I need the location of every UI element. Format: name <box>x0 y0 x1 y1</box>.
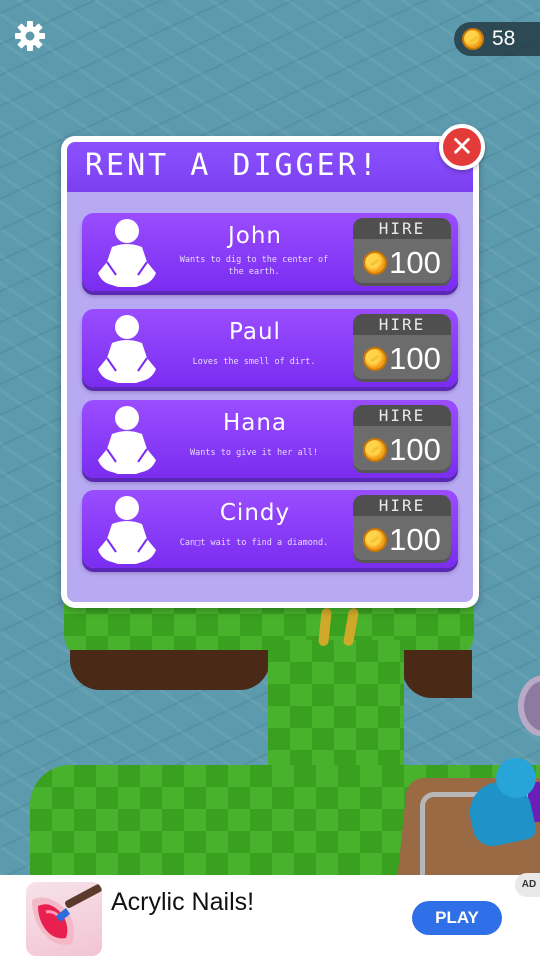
hire-price: 100 <box>353 339 451 379</box>
digger-name: Cindy <box>219 500 291 526</box>
person-silhouette-icon <box>98 315 156 383</box>
hire-button[interactable]: HIRE 100 <box>353 314 451 382</box>
digger-character-head <box>496 758 536 798</box>
digger-name: Hana <box>222 410 288 436</box>
nail-polish-brush-icon <box>32 884 102 945</box>
dialog-title: RENT A DIGGER! <box>85 148 380 183</box>
coin-icon <box>363 438 388 462</box>
digger-name: John <box>227 223 282 249</box>
coin-icon <box>363 528 388 552</box>
close-icon: ✕ <box>450 130 474 163</box>
dirt-edge <box>70 650 270 690</box>
settings-button[interactable] <box>14 20 46 52</box>
person-silhouette-icon <box>98 219 156 287</box>
hire-price: 100 <box>353 430 451 470</box>
price-value: 100 <box>389 522 441 557</box>
hire-button[interactable]: HIRE 100 <box>353 495 451 563</box>
digger-description: Wants to dig to the center of the earth. <box>179 255 329 277</box>
coin-counter: 58 <box>454 22 540 56</box>
hire-label: HIRE <box>353 218 451 239</box>
person-silhouette-icon <box>98 406 156 474</box>
digger-card-paul[interactable]: Paul Loves the smell of dirt. HIRE 100 <box>82 309 458 387</box>
person-silhouette-icon <box>98 496 156 564</box>
hire-label: HIRE <box>353 495 451 516</box>
dialog-header: RENT A DIGGER! <box>67 142 473 192</box>
hire-label: HIRE <box>353 405 451 426</box>
digger-card-hana[interactable]: Hana Wants to give it her all! HIRE 100 <box>82 400 458 478</box>
hire-button[interactable]: HIRE 100 <box>353 405 451 473</box>
digger-description: Wants to give it her all! <box>190 448 318 458</box>
digger-card-john[interactable]: John Wants to dig to the center of the e… <box>82 213 458 291</box>
digger-description: Loves the smell of dirt. <box>192 357 316 367</box>
hire-label: HIRE <box>353 314 451 335</box>
ad-title[interactable]: Acrylic Nails! <box>111 888 254 917</box>
digger-card-cindy[interactable]: Cindy Can□t wait to find a diamond. HIRE… <box>82 490 458 568</box>
price-value: 100 <box>389 432 441 467</box>
dirt-edge <box>402 650 472 698</box>
gear-icon <box>15 21 45 51</box>
hire-price: 100 <box>353 520 451 560</box>
hire-price: 100 <box>353 243 451 283</box>
coin-icon <box>363 347 388 371</box>
play-button[interactable]: PLAY <box>412 901 502 935</box>
coin-icon <box>363 251 388 275</box>
digger-name: Paul <box>229 319 281 345</box>
digger-description: Can□t wait to find a diamond. <box>179 538 329 548</box>
close-button[interactable]: ✕ <box>439 124 485 170</box>
coin-count: 58 <box>492 27 516 50</box>
price-value: 100 <box>389 245 441 280</box>
price-value: 100 <box>389 341 441 376</box>
coin-icon <box>462 28 484 50</box>
ad-badge[interactable]: AD <box>515 873 540 897</box>
ad-image[interactable] <box>26 882 102 956</box>
hire-button[interactable]: HIRE 100 <box>353 218 451 286</box>
